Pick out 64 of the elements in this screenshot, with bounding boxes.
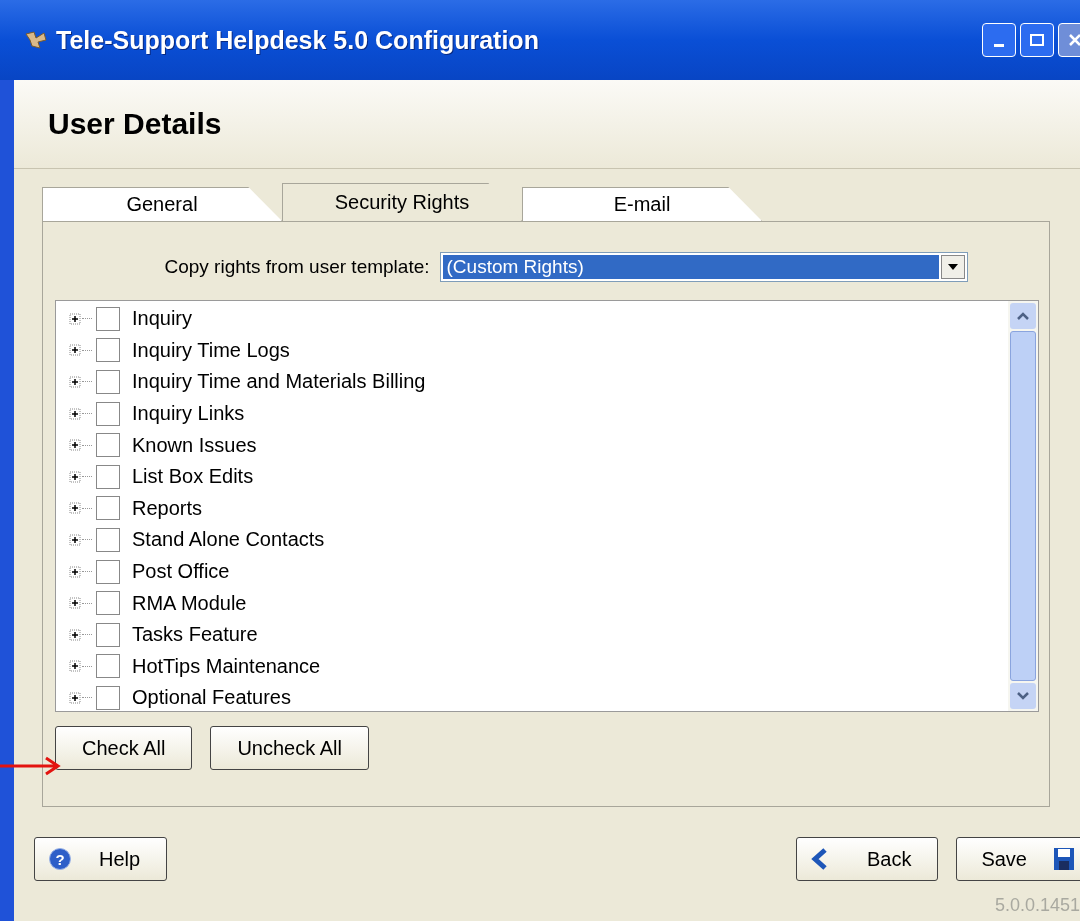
- expand-icon[interactable]: [68, 311, 82, 326]
- tree-item-label[interactable]: Optional Features: [132, 686, 291, 710]
- expand-icon[interactable]: [68, 659, 82, 674]
- checkbox[interactable]: [96, 496, 120, 521]
- checkbox[interactable]: [96, 370, 120, 394]
- version-label: 5.0.0.1451: [994, 895, 1080, 916]
- app-icon: [24, 30, 48, 50]
- expand-icon[interactable]: [68, 375, 82, 389]
- panel-button[interactable]: Uncheck All: [210, 726, 369, 770]
- tree-item-label[interactable]: Inquiry Time Logs: [132, 338, 290, 362]
- tree-item-label[interactable]: Reports: [132, 496, 203, 520]
- minimize-button[interactable]: [982, 23, 1016, 57]
- tree-item-label[interactable]: Tasks Feature: [132, 623, 258, 647]
- expand-icon[interactable]: [68, 596, 82, 611]
- help-button[interactable]: ? Help: [34, 837, 168, 881]
- checkbox[interactable]: [96, 654, 120, 679]
- scroll-down-icon[interactable]: [1017, 692, 1029, 700]
- expand-icon[interactable]: [68, 627, 82, 642]
- expand-icon[interactable]: [68, 406, 82, 421]
- checkbox[interactable]: [96, 433, 120, 458]
- tree-item-label[interactable]: Known Issues: [132, 433, 257, 457]
- checkbox[interactable]: [96, 527, 120, 552]
- window-title: Tele-Support Helpdesk 5.0 Configuration: [56, 25, 539, 55]
- checkbox[interactable]: [96, 306, 120, 331]
- panel-button[interactable]: Check All: [55, 726, 193, 770]
- tree-item-label[interactable]: Inquiry Time and Materials Billing: [132, 370, 426, 394]
- checkbox[interactable]: [96, 338, 120, 363]
- tree-item-label[interactable]: HotTips Maintenance: [132, 654, 321, 678]
- help-icon: ?: [49, 848, 71, 870]
- minimize-icon: [994, 44, 1004, 48]
- scrollbar[interactable]: [1008, 301, 1038, 711]
- expand-icon[interactable]: [68, 343, 82, 358]
- template-dropdown[interactable]: (Custom Rights): [439, 252, 968, 282]
- template-label: Copy rights from user template:: [164, 256, 430, 278]
- tab[interactable]: Security Rights: [282, 183, 522, 221]
- expand-icon[interactable]: [68, 469, 82, 484]
- checkbox[interactable]: [96, 622, 120, 647]
- page-title: User Details: [48, 107, 222, 141]
- pointer-arrow: [0, 756, 62, 776]
- tree-item-label[interactable]: List Box Edits: [132, 465, 254, 489]
- tree-item-label[interactable]: Inquiry Links: [132, 402, 245, 426]
- tree-item-label[interactable]: Stand Alone Contacts: [132, 528, 325, 552]
- tab[interactable]: E-mail: [522, 187, 762, 221]
- maximize-icon: [1030, 34, 1044, 46]
- expand-icon[interactable]: [68, 501, 82, 516]
- expand-icon[interactable]: [68, 438, 82, 453]
- scroll-up-icon[interactable]: [1017, 312, 1029, 320]
- dropdown-arrow-icon: [947, 264, 958, 270]
- checkbox[interactable]: [96, 685, 120, 710]
- tree-item-label[interactable]: Post Office: [132, 560, 230, 584]
- expand-icon[interactable]: [68, 532, 82, 547]
- expand-icon[interactable]: [68, 690, 82, 705]
- tree-item-label[interactable]: RMA Module: [132, 591, 247, 615]
- expand-icon[interactable]: [68, 564, 82, 579]
- checkbox[interactable]: [96, 559, 120, 584]
- close-icon: [1069, 34, 1080, 46]
- tree-item-label[interactable]: Inquiry: [132, 307, 193, 331]
- checkbox[interactable]: [96, 464, 120, 489]
- back-button[interactable]: Back: [795, 837, 939, 881]
- checkbox[interactable]: [96, 591, 120, 616]
- checkbox[interactable]: [96, 401, 120, 426]
- tab[interactable]: General: [42, 187, 282, 221]
- save-button[interactable]: Save: [956, 837, 1080, 881]
- maximize-button[interactable]: [1020, 23, 1054, 57]
